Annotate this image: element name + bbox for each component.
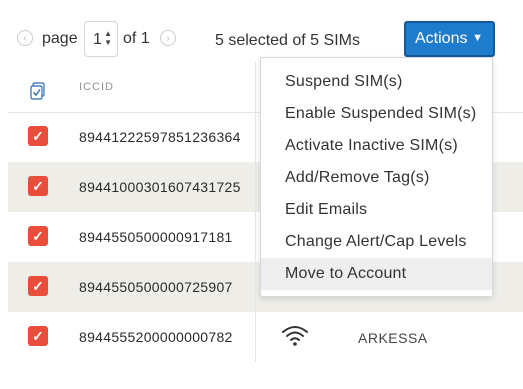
menu-item-activate-inactive[interactable]: Activate Inactive SIM(s) [261, 130, 492, 162]
stepper-arrows-icon[interactable]: ▲ ▼ [104, 29, 112, 47]
wifi-signal-icon [282, 326, 308, 346]
page-label: page [42, 30, 78, 47]
chevron-right-icon[interactable]: › [160, 30, 176, 46]
iccid-cell: 8944550500000917181 [79, 229, 233, 245]
row-checkbox[interactable]: ✓ [28, 126, 48, 146]
selection-status: 5 selected of 5 SIMs [215, 32, 360, 49]
menu-item-move-to-account[interactable]: Move to Account [261, 258, 492, 290]
iccid-cell: 89441000301607431725 [79, 179, 241, 195]
menu-item-edit-emails[interactable]: Edit Emails [261, 194, 492, 226]
menu-item-change-alert-cap[interactable]: Change Alert/Cap Levels [261, 226, 492, 258]
menu-item-enable-suspended[interactable]: Enable Suspended SIM(s) [261, 98, 492, 130]
iccid-cell: 89441222597851236364 [79, 129, 241, 145]
actions-dropdown-menu: Suspend SIM(s) Enable Suspended SIM(s) A… [260, 57, 493, 297]
page-number-value: 1 [93, 31, 102, 48]
table-row[interactable]: ✓ 8944555200000000782 ARKESSA [8, 312, 523, 362]
menu-item-add-remove-tags[interactable]: Add/Remove Tag(s) [261, 162, 492, 194]
row-checkbox[interactable]: ✓ [28, 276, 48, 296]
row-checkbox[interactable]: ✓ [28, 226, 48, 246]
multi-select-icon[interactable] [30, 82, 46, 100]
page-number-input[interactable]: 1 ▲ ▼ [84, 21, 118, 57]
actions-button-label: Actions [415, 30, 468, 47]
menu-item-suspend[interactable]: Suspend SIM(s) [261, 66, 492, 98]
iccid-cell: 8944550500000725907 [79, 279, 233, 295]
row-checkbox[interactable]: ✓ [28, 326, 48, 346]
chevron-left-icon[interactable]: ‹ [17, 30, 33, 46]
actions-button[interactable]: Actions ▼ [404, 21, 495, 57]
column-divider [255, 62, 256, 362]
account-cell: ARKESSA [358, 330, 428, 346]
page-total-label: of 1 [123, 30, 150, 47]
iccid-column-header[interactable]: ICCID [79, 81, 114, 93]
toolbar: ‹ page 1 ▲ ▼ of 1 › 5 selected of 5 SIMs … [0, 0, 523, 62]
caret-down-icon: ▼ [472, 32, 483, 44]
iccid-cell: 8944555200000000782 [79, 329, 233, 345]
row-checkbox[interactable]: ✓ [28, 176, 48, 196]
